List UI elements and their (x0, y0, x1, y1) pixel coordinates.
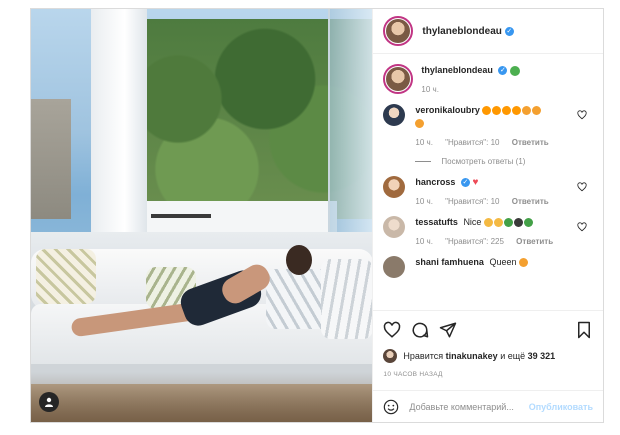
verified-icon: ✓ (498, 66, 508, 76)
smiley-icon[interactable] (383, 399, 399, 415)
bookmark-icon[interactable] (575, 321, 593, 339)
fire-emoji-icon (512, 106, 522, 116)
heart-eyes-emoji-icon (522, 106, 532, 116)
post-time: 10 ЧАСОВ НАЗАД (383, 371, 443, 378)
comment-input[interactable] (409, 401, 529, 412)
reply-button[interactable]: Ответить (512, 138, 549, 147)
add-comment-bar: Опубликовать (373, 390, 603, 422)
red-heart-emoji-icon: ♥ (472, 177, 479, 188)
pillow (321, 259, 373, 339)
post-photo[interactable] (31, 9, 373, 422)
reply-button[interactable]: Ответить (512, 197, 549, 206)
avatar[interactable] (383, 216, 406, 238)
list-item: hancross ✓ ♥ 10 ч. "Нравится": 10 Ответи… (383, 176, 593, 208)
comment-username[interactable]: hancross (415, 177, 455, 187)
avatar[interactable] (383, 256, 406, 278)
pillow (36, 249, 96, 304)
fire-emoji-icon (492, 106, 502, 116)
post-button[interactable]: Опубликовать (529, 402, 593, 412)
comment-icon[interactable] (411, 321, 429, 339)
caption: thylaneblondeau ✓ 10 ч. (383, 64, 593, 96)
emoji-icon (503, 218, 513, 228)
heart-icon[interactable] (577, 222, 587, 232)
avatar[interactable] (383, 16, 414, 46)
heart-icon[interactable] (383, 321, 401, 339)
comment-username[interactable]: tessatufts (415, 217, 458, 227)
heart-icon[interactable] (577, 110, 587, 120)
emoji-icon (483, 218, 493, 228)
column (91, 9, 147, 254)
emoji-icon (518, 258, 528, 268)
action-bar: Нравится tinakunakey и ещё 39 321 10 ЧАС… (373, 310, 603, 390)
user-tag-icon[interactable] (39, 392, 59, 412)
reply-button[interactable]: Ответить (516, 237, 553, 246)
list-item: veronikaloubry 10 ч. "Нравится": 10 Отве… (383, 104, 593, 149)
avatar[interactable] (383, 176, 406, 198)
author-username[interactable]: thylaneblondeau (422, 26, 501, 37)
post-sidebar: thylaneblondeau ✓ thylaneblondeau ✓ 10 ч… (372, 9, 603, 422)
avatar[interactable] (383, 104, 406, 126)
share-icon[interactable] (439, 321, 457, 339)
heart-eyes-emoji-icon (415, 119, 425, 129)
verified-icon: ✓ (460, 178, 470, 188)
caption-time: 10 ч. (421, 85, 439, 94)
heart-icon[interactable] (577, 182, 587, 192)
comment-username[interactable]: shani famhuena (415, 257, 484, 267)
comments-list: thylaneblondeau ✓ 10 ч. veronikaloubry 1… (373, 54, 603, 310)
likes-summary: Нравится tinakunakey и ещё 39 321 (383, 349, 593, 363)
leaf-emoji-icon (509, 65, 520, 76)
black-heart-emoji-icon (513, 218, 523, 228)
likes-count[interactable]: 39 321 (528, 351, 556, 361)
fire-emoji-icon (482, 106, 492, 116)
emoji-icon (493, 218, 503, 228)
heart-eyes-emoji-icon (532, 106, 542, 116)
emoji-icon (523, 218, 533, 228)
view-replies-button[interactable]: Посмотреть ответы (1) (415, 157, 593, 166)
liker-username[interactable]: tinakunakey (446, 351, 498, 361)
verified-icon: ✓ (504, 26, 514, 36)
post-modal: thylaneblondeau ✓ thylaneblondeau ✓ 10 ч… (30, 8, 604, 423)
list-item: shani famhuena Queen (383, 256, 593, 278)
post-header: thylaneblondeau ✓ (373, 9, 603, 54)
page: thylaneblondeau ✓ thylaneblondeau ✓ 10 ч… (0, 0, 620, 435)
caption-username[interactable]: thylaneblondeau (421, 65, 493, 75)
list-item: tessatufts Nice 10 ч. "Нравится": 225 От… (383, 216, 593, 248)
fire-emoji-icon (502, 106, 512, 116)
comment-username[interactable]: veronikaloubry (415, 105, 480, 115)
avatar[interactable] (383, 349, 398, 363)
avatar[interactable] (383, 64, 414, 94)
